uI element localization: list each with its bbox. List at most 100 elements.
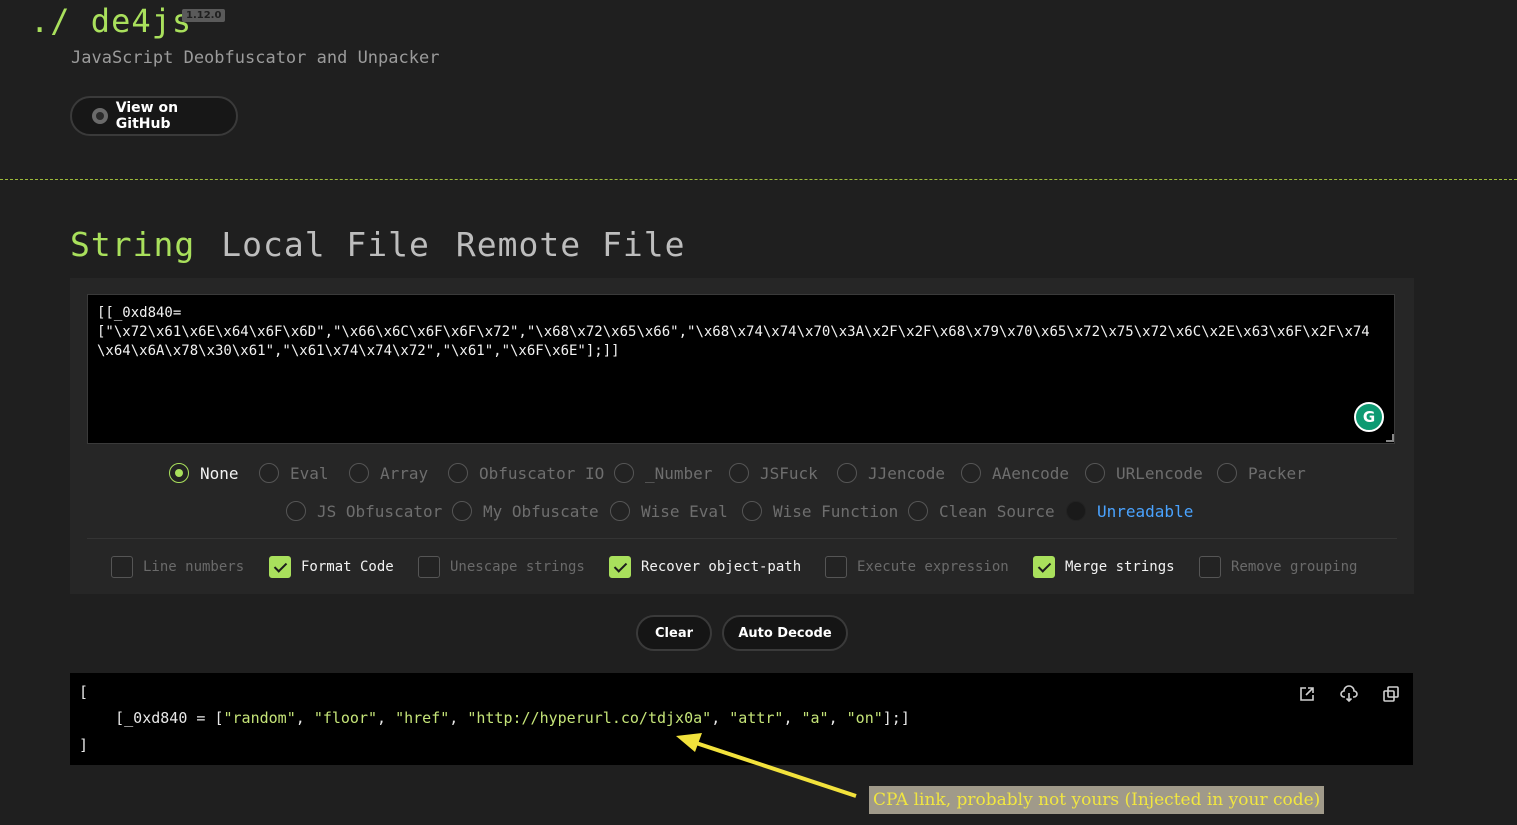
output-string: "attr" [729, 709, 784, 727]
output-string: "a" [801, 709, 829, 727]
radio-wise-eval[interactable]: Wise Eval [610, 501, 728, 521]
source-input[interactable]: [[_0xd840= ["\x72\x61\x6E\x64\x6F\x6D","… [87, 294, 1395, 444]
radio-circle [729, 463, 749, 483]
radio-circle [961, 463, 981, 483]
radio-label: Array [380, 463, 429, 483]
radio-packer[interactable]: Packer [1217, 463, 1306, 483]
output-string: "random" [223, 709, 296, 727]
checkbox-label: Line numbers [143, 559, 245, 575]
checkbox-box [825, 556, 847, 578]
radio-label: JS Obfuscator [317, 501, 443, 521]
radio-label: Wise Eval [641, 501, 728, 521]
output-panel: [ [_0xd840 = ["random", "floor", "href",… [70, 673, 1413, 765]
tab-string[interactable]: String [70, 225, 195, 264]
version-badge: 1.12.0 [182, 9, 226, 22]
checkbox-box [111, 556, 133, 578]
output-string: "on" [846, 709, 883, 727]
radio-circle [610, 501, 630, 521]
radio-circle [614, 463, 634, 483]
checkbox-recover-object-path[interactable]: Recover object-path [609, 556, 801, 578]
github-button-label: View on GitHub [115, 100, 179, 132]
radio-circle [259, 463, 279, 483]
checkbox-label: Recover object-path [641, 559, 802, 575]
clear-button[interactable]: Clear [636, 615, 712, 651]
checkbox-label: Merge strings [1065, 559, 1175, 575]
checkbox-remove-grouping[interactable]: Remove grouping [1199, 556, 1357, 578]
radio-aaencode[interactable]: AAencode [961, 463, 1069, 483]
radio-clean-source[interactable]: Clean Source [908, 501, 1055, 521]
radio-wise-function[interactable]: Wise Function [742, 501, 898, 521]
radio-circle [1066, 501, 1086, 521]
radio-unreadable[interactable]: Unreadable [1066, 501, 1193, 521]
radio-label: Eval [290, 463, 329, 483]
radio-label: AAencode [992, 463, 1070, 483]
page: ./ de4js 1.12.0 JavaScript Deobfuscator … [0, 0, 1517, 825]
radio-label: _Number [645, 463, 713, 483]
radio-jsfuck[interactable]: JSFuck [729, 463, 818, 483]
radio-label: Clean Source [939, 501, 1055, 521]
checkbox-box [1199, 556, 1221, 578]
checkbox-label: Execute expression [857, 559, 1009, 575]
input-tabs: String Local File Remote File [70, 225, 685, 264]
checkbox-box [609, 556, 631, 578]
radio-label: None [200, 463, 239, 483]
tab-local-file[interactable]: Local File [221, 225, 430, 264]
radio-eval[interactable]: Eval [259, 463, 329, 483]
output-suffix: ];] [882, 709, 910, 727]
radio-jjencode[interactable]: JJencode [837, 463, 945, 483]
radio-label: Packer [1248, 463, 1306, 483]
output-string: "href" [395, 709, 450, 727]
radio-obfuscator-io[interactable]: Obfuscator IO [448, 463, 604, 483]
checkbox-format-code[interactable]: Format Code [269, 556, 394, 578]
auto-decode-button[interactable]: Auto Decode [722, 615, 848, 651]
checkbox-box [1033, 556, 1055, 578]
checkbox-label: Format Code [301, 559, 394, 575]
radio-label: URLencode [1116, 463, 1203, 483]
checkbox-execute-expression[interactable]: Execute expression [825, 556, 1009, 578]
tab-remote-file[interactable]: Remote File [456, 225, 686, 264]
view-on-github-button[interactable]: View on GitHub [70, 96, 238, 136]
radio-label: JJencode [868, 463, 946, 483]
checkbox-line-numbers[interactable]: Line numbers [111, 556, 244, 578]
site-brand[interactable]: ./ de4js [30, 2, 192, 40]
checkbox-merge-strings[interactable]: Merge strings [1033, 556, 1175, 578]
resize-handle-icon[interactable] [1386, 434, 1394, 442]
radio-label: JSFuck [760, 463, 818, 483]
radio-circle [349, 463, 369, 483]
input-panel: [[_0xd840= ["\x72\x61\x6E\x64\x6F\x6D","… [70, 278, 1414, 594]
output-line-close: ] [79, 736, 89, 754]
radio-none[interactable]: None [169, 463, 239, 483]
copy-icon[interactable] [1381, 685, 1401, 705]
radio-urlencode[interactable]: URLencode [1085, 463, 1203, 483]
radio-circle [1217, 463, 1237, 483]
options-divider [87, 538, 1397, 539]
grammarly-icon[interactable]: G [1354, 402, 1384, 432]
radio-circle [1085, 463, 1105, 483]
radio-label: My Obfuscate [483, 501, 599, 521]
tagline: JavaScript Deobfuscator and Unpacker [71, 48, 440, 68]
radio-label[interactable]: Unreadable [1097, 502, 1193, 521]
radio-circle [837, 463, 857, 483]
output-line-array: [_0xd840 = ["random", "floor", "href", "… [79, 709, 910, 727]
radio-circle [452, 501, 472, 521]
brand-prefix: ./ [30, 2, 71, 40]
checkbox-label: Unescape strings [450, 559, 585, 575]
download-icon[interactable] [1339, 685, 1359, 705]
radio-number[interactable]: _Number [614, 463, 712, 483]
github-icon [92, 108, 108, 124]
checkbox-label: Remove grouping [1231, 559, 1358, 575]
radio-array[interactable]: Array [349, 463, 428, 483]
brand-title: de4js [90, 2, 193, 40]
radio-my-obfuscate[interactable]: My Obfuscate [452, 501, 599, 521]
radio-circle [908, 501, 928, 521]
open-external-icon[interactable] [1297, 685, 1317, 705]
checkbox-unescape-strings[interactable]: Unescape strings [418, 556, 585, 578]
radio-label: Wise Function [773, 501, 899, 521]
radio-label: Obfuscator IO [479, 463, 605, 483]
checkbox-box [269, 556, 291, 578]
output-string: "floor" [313, 709, 378, 727]
radio-js-obfuscator[interactable]: JS Obfuscator [286, 501, 442, 521]
radio-circle [169, 463, 189, 483]
checkbox-box [418, 556, 440, 578]
output-line-open: [ [79, 683, 89, 701]
